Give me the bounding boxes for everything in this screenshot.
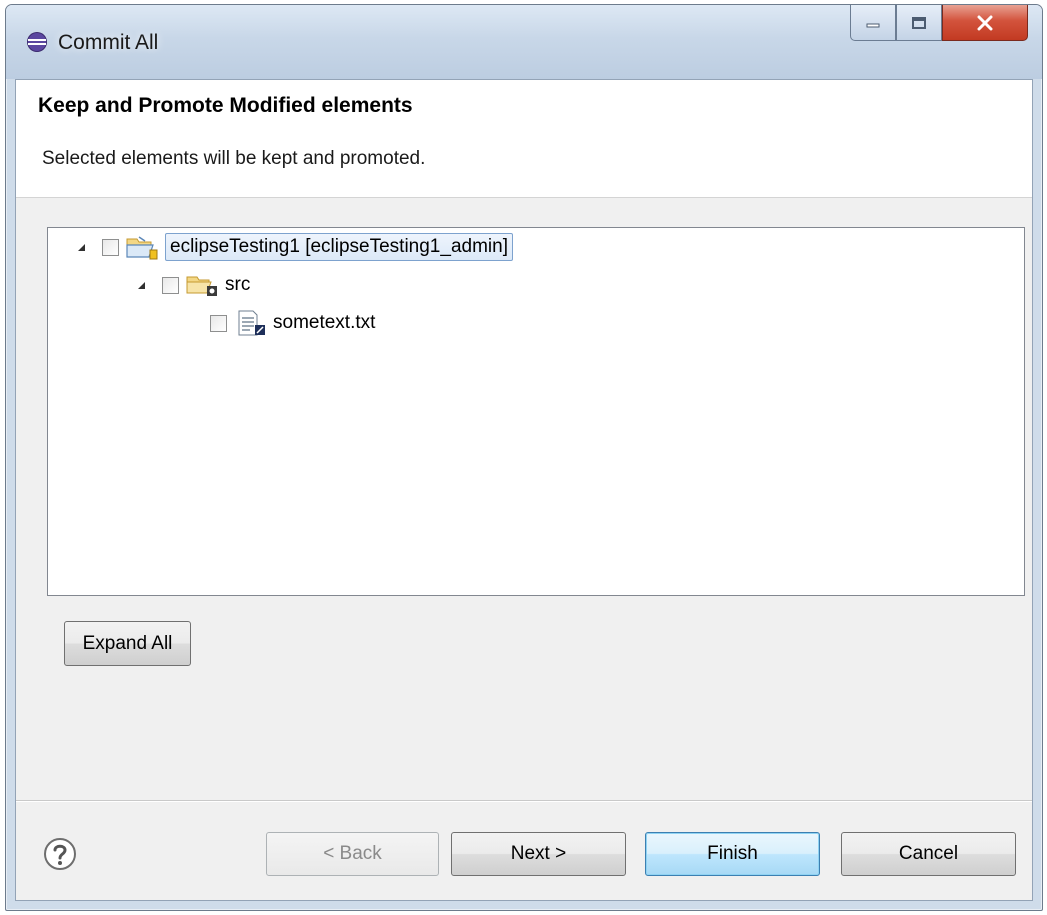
minimize-icon bbox=[866, 23, 880, 27]
back-button[interactable]: < Back bbox=[266, 832, 439, 876]
tree-node-label: sometext.txt bbox=[273, 312, 376, 333]
tree-node[interactable]: src bbox=[132, 268, 250, 302]
expand-all-button[interactable]: Expand All bbox=[64, 621, 191, 666]
page-description: Selected elements will be kept and promo… bbox=[42, 148, 426, 169]
maximize-icon bbox=[912, 16, 926, 29]
window-controls bbox=[850, 5, 1028, 43]
header-banner: Keep and Promote Modified elements Selec… bbox=[16, 80, 1032, 198]
tree-node-label: eclipseTesting1 [eclipseTesting1_admin] bbox=[165, 233, 513, 261]
close-icon bbox=[977, 15, 993, 30]
maximize-button[interactable] bbox=[896, 5, 942, 41]
package-folder-icon bbox=[186, 276, 217, 296]
help-icon[interactable] bbox=[43, 837, 77, 871]
text-file-icon bbox=[238, 310, 265, 336]
elements-tree[interactable]: eclipseTesting1 [eclipseTesting1_admin] … bbox=[47, 227, 1025, 596]
finish-button[interactable]: Finish bbox=[645, 832, 820, 876]
window-title: Commit All bbox=[58, 31, 159, 54]
expanded-triangle-icon bbox=[137, 281, 145, 289]
eclipse-icon bbox=[27, 32, 47, 52]
collapse-toggle[interactable] bbox=[132, 281, 150, 289]
footer-divider bbox=[16, 800, 1032, 802]
collapse-toggle[interactable] bbox=[72, 243, 90, 251]
node-checkbox[interactable] bbox=[102, 238, 119, 256]
tree-node[interactable]: sometext.txt bbox=[210, 306, 375, 340]
tree-node[interactable]: eclipseTesting1 [eclipseTesting1_admin] bbox=[72, 230, 513, 264]
title-bar[interactable]: Commit All bbox=[6, 5, 1042, 79]
tree-node-label: src bbox=[225, 274, 251, 295]
node-checkbox[interactable] bbox=[162, 276, 179, 294]
close-button[interactable] bbox=[942, 5, 1028, 41]
commit-all-dialog: Commit All Keep and Promote Modified ele… bbox=[5, 4, 1043, 911]
node-checkbox[interactable] bbox=[210, 314, 227, 332]
minimize-button[interactable] bbox=[850, 5, 896, 41]
page-title: Keep and Promote Modified elements bbox=[38, 94, 413, 117]
expanded-triangle-icon bbox=[77, 243, 85, 251]
project-folder-icon bbox=[126, 236, 158, 260]
dialog-body: Keep and Promote Modified elements Selec… bbox=[15, 79, 1033, 901]
cancel-button[interactable]: Cancel bbox=[841, 832, 1016, 876]
next-button[interactable]: Next > bbox=[451, 832, 626, 876]
